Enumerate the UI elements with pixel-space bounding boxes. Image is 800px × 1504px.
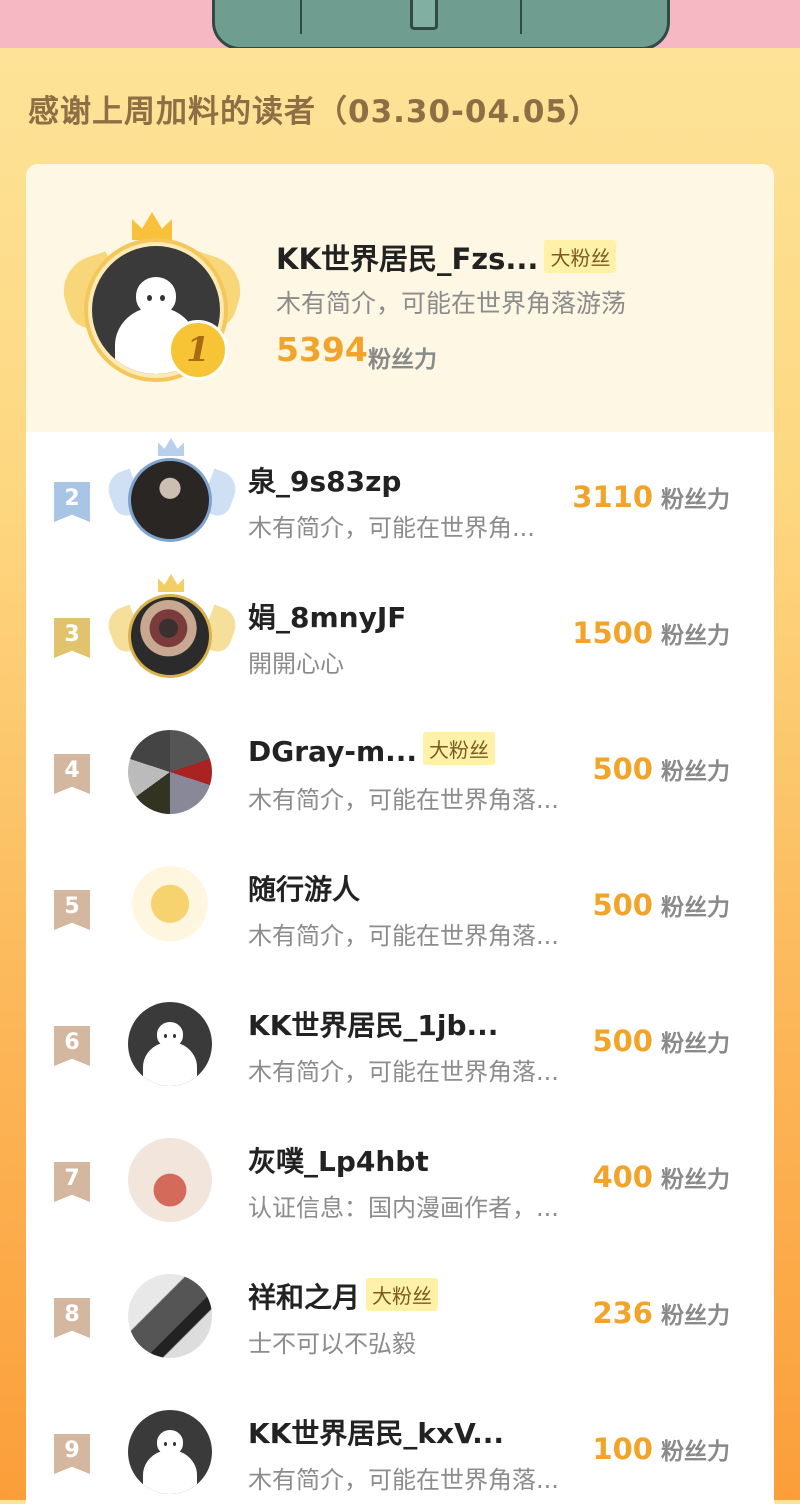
top-fan-entry[interactable]: 1 KK世界居民_Fzs... 大粉丝 木有简介，可能在世界角落游荡 5394 粉… xyxy=(26,164,774,432)
fan-list-item[interactable]: 8 祥和之月 大粉丝士不可以不弘毅 236 粉丝力 xyxy=(26,1248,774,1384)
fan-name[interactable]: DGray-m... 大粉丝 xyxy=(248,732,496,768)
fan-name[interactable]: KK世界居民_kxV... xyxy=(248,1412,504,1452)
fan-bio: 木有简介，可能在世界角落游荡 xyxy=(276,289,627,318)
fan-score-group: 500 粉丝力 xyxy=(592,1024,730,1058)
fan-bio: 认证信息：国内漫画作者，... xyxy=(248,1194,559,1222)
fan-list-item[interactable]: 6 KK世界居民_1jb... 木有简介，可能在世界角落... 500 粉丝力 xyxy=(26,976,774,1112)
fan-score: 400 xyxy=(592,1160,653,1194)
fan-bio: 木有简介，可能在世界角落... xyxy=(248,1466,559,1494)
crown-icon xyxy=(158,438,184,456)
fan-score: 100 xyxy=(592,1432,653,1466)
fan-score-unit: 粉丝力 xyxy=(661,1303,730,1329)
rank-ribbon: 5 xyxy=(54,890,90,930)
fan-score: 236 xyxy=(592,1296,653,1330)
fan-score-unit: 粉丝力 xyxy=(661,487,730,513)
rank-ribbon: 6 xyxy=(54,1026,90,1066)
fan-score-unit: 粉丝力 xyxy=(661,1439,730,1465)
avatar[interactable] xyxy=(128,1410,212,1494)
fan-score-unit: 粉丝力 xyxy=(661,1031,730,1057)
fan-score: 500 xyxy=(592,1024,653,1058)
avatar[interactable] xyxy=(128,594,212,678)
avatar[interactable] xyxy=(128,866,212,950)
fan-bio: 木有简介，可能在世界角落... xyxy=(248,1058,559,1086)
fan-list-item[interactable]: 5 随行游人木有简介，可能在世界角落... 500 粉丝力 xyxy=(26,840,774,976)
avatar[interactable] xyxy=(128,1002,212,1086)
rank-ribbon: 2 xyxy=(54,482,90,522)
fan-score-group: 500 粉丝力 xyxy=(592,752,730,786)
fan-score-group: 400 粉丝力 xyxy=(592,1160,730,1194)
crown-icon xyxy=(158,574,184,592)
fan-list-item[interactable]: 3 娟_8mnyJF 開開心心 1500 粉丝力 xyxy=(26,568,774,704)
big-fan-badge: 大粉丝 xyxy=(544,240,617,273)
crown-icon xyxy=(132,212,172,240)
fan-name[interactable]: 祥和之月 大粉丝 xyxy=(248,1276,439,1316)
big-fan-badge: 大粉丝 xyxy=(366,1278,439,1311)
fan-name[interactable]: 泉_9s83zp xyxy=(248,460,401,500)
fan-score-unit: 粉丝力 xyxy=(368,347,437,373)
fan-bio: 開開心心 xyxy=(248,650,344,678)
fan-score: 3110 xyxy=(572,480,653,514)
rank-ribbon: 3 xyxy=(54,618,90,658)
fan-bio: 木有简介，可能在世界角落... xyxy=(248,922,559,950)
fan-score-group: 100 粉丝力 xyxy=(592,1432,730,1466)
fan-score-group: 1500 粉丝力 xyxy=(572,616,730,650)
avatar[interactable] xyxy=(128,730,212,814)
fan-score-unit: 粉丝力 xyxy=(661,759,730,785)
fan-name[interactable]: 随行游人 xyxy=(248,868,360,908)
fan-score: 500 xyxy=(592,752,653,786)
big-fan-badge: 大粉丝 xyxy=(423,732,496,765)
rank-ribbon: 8 xyxy=(54,1298,90,1338)
avatar[interactable] xyxy=(128,458,212,542)
fan-list-item[interactable]: 7 灰噗_Lp4hbt 认证信息：国内漫画作者，... 400 粉丝力 xyxy=(26,1112,774,1248)
avatar[interactable] xyxy=(128,1274,212,1358)
comic-banner-image xyxy=(0,0,800,48)
fan-bio: 士不可以不弘毅 xyxy=(248,1330,416,1358)
fan-list-item[interactable]: 4 DGray-m... 大粉丝木有简介，可能在世界角落... 500 粉丝力 xyxy=(26,704,774,840)
fan-list-item[interactable]: 9 KK世界居民_kxV... 木有简介，可能在世界角落... 100 粉丝力 xyxy=(26,1384,774,1504)
fan-name[interactable]: 娟_8mnyJF xyxy=(248,596,406,636)
rank-ribbon: 7 xyxy=(54,1162,90,1202)
fan-score: 500 xyxy=(592,888,653,922)
fan-name[interactable]: KK世界居民_1jb... xyxy=(248,1004,498,1044)
fan-score: 5394 xyxy=(276,330,368,369)
fan-list-item[interactable]: 2 泉_9s83zp 木有简介，可能在世界角... 3110 粉丝力 xyxy=(26,432,774,568)
fan-score-unit: 粉丝力 xyxy=(661,895,730,921)
fan-score-group: 500 粉丝力 xyxy=(592,888,730,922)
fan-name[interactable]: KK世界居民_Fzs... 大粉丝 xyxy=(276,236,617,278)
fan-score-unit: 粉丝力 xyxy=(661,623,730,649)
rank-medal: 1 xyxy=(168,320,228,380)
fan-score-group: 236 粉丝力 xyxy=(592,1296,730,1330)
rank-ribbon: 9 xyxy=(54,1434,90,1474)
fan-ranking-card: 1 KK世界居民_Fzs... 大粉丝 木有简介，可能在世界角落游荡 5394 粉… xyxy=(26,164,774,1504)
fan-score: 1500 xyxy=(572,616,653,650)
rank-ribbon: 4 xyxy=(54,754,90,794)
supporters-heading: 感谢上周加料的读者（03.30-04.05） xyxy=(28,94,600,130)
fan-score-unit: 粉丝力 xyxy=(661,1167,730,1193)
avatar[interactable] xyxy=(128,1138,212,1222)
fan-bio: 木有简介，可能在世界角落... xyxy=(248,786,559,814)
fan-bio: 木有简介，可能在世界角... xyxy=(248,514,535,542)
fan-score-group: 3110 粉丝力 xyxy=(572,480,730,514)
fan-name[interactable]: 灰噗_Lp4hbt xyxy=(248,1140,429,1180)
